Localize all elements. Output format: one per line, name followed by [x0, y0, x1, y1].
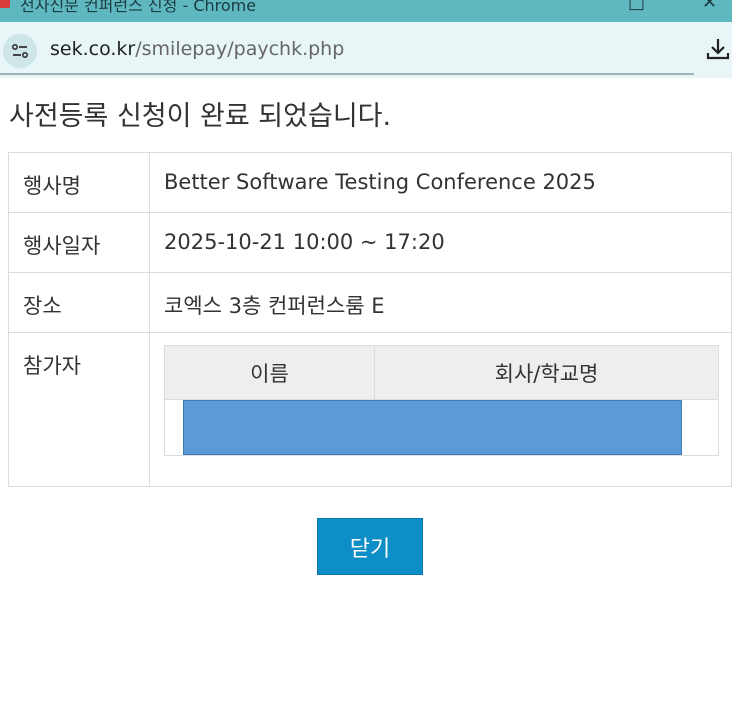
- window-title: 전자신문 컨퍼런스 신청 - Chrome: [20, 0, 257, 15]
- page-title: 사전등록 신청이 완료 되었습니다.: [9, 101, 392, 132]
- column-header-company: 회사/학교명: [374, 345, 719, 400]
- address-underline: [0, 73, 694, 75]
- event-place-label: 장소: [8, 272, 150, 333]
- redacted-participant-bar: [183, 400, 682, 455]
- participants-table: 이름 회사/학교명: [164, 345, 719, 456]
- event-date-value: 2025-10-21 10:00 ~ 17:20: [149, 212, 732, 273]
- participants-header-row: 이름 회사/학교명: [164, 345, 719, 400]
- event-name-label: 행사명: [8, 152, 150, 213]
- favicon-icon: [0, 0, 10, 8]
- url-host: sek.co.kr: [50, 38, 136, 60]
- table-row: 행사명 Better Software Testing Conference 2…: [8, 152, 732, 213]
- participant-row-cell: [164, 399, 719, 456]
- address-bar: sek.co.kr/smilepay/paychk.php: [0, 22, 732, 78]
- registration-info-table: 행사명 Better Software Testing Conference 2…: [8, 152, 732, 487]
- close-window-icon[interactable]: ✕: [702, 0, 717, 13]
- participant-cell: 이름 회사/학교명: [149, 332, 732, 487]
- participant-label: 참가자: [8, 332, 150, 487]
- close-button[interactable]: 닫기: [317, 518, 423, 575]
- url-field[interactable]: sek.co.kr/smilepay/paychk.php: [50, 38, 344, 60]
- table-row: 참가자 이름 회사/학교명: [8, 332, 732, 487]
- site-info-button[interactable]: [3, 34, 37, 68]
- event-place-value: 코엑스 3층 컨퍼런스룸 E: [149, 272, 732, 333]
- download-icon[interactable]: [706, 37, 730, 61]
- event-date-label: 행사일자: [8, 212, 150, 273]
- url-path: /smilepay/paychk.php: [135, 38, 345, 60]
- event-name-value: Better Software Testing Conference 2025: [149, 152, 732, 213]
- table-row: 행사일자 2025-10-21 10:00 ~ 17:20: [8, 212, 732, 273]
- site-settings-icon: [12, 44, 28, 58]
- column-header-name: 이름: [164, 345, 375, 400]
- participant-row: [164, 399, 719, 456]
- maximize-icon[interactable]: □: [628, 0, 645, 13]
- window-titlebar: 전자신문 컨퍼런스 신청 - Chrome □ ✕: [0, 0, 732, 22]
- table-row: 장소 코엑스 3층 컨퍼런스룸 E: [8, 272, 732, 333]
